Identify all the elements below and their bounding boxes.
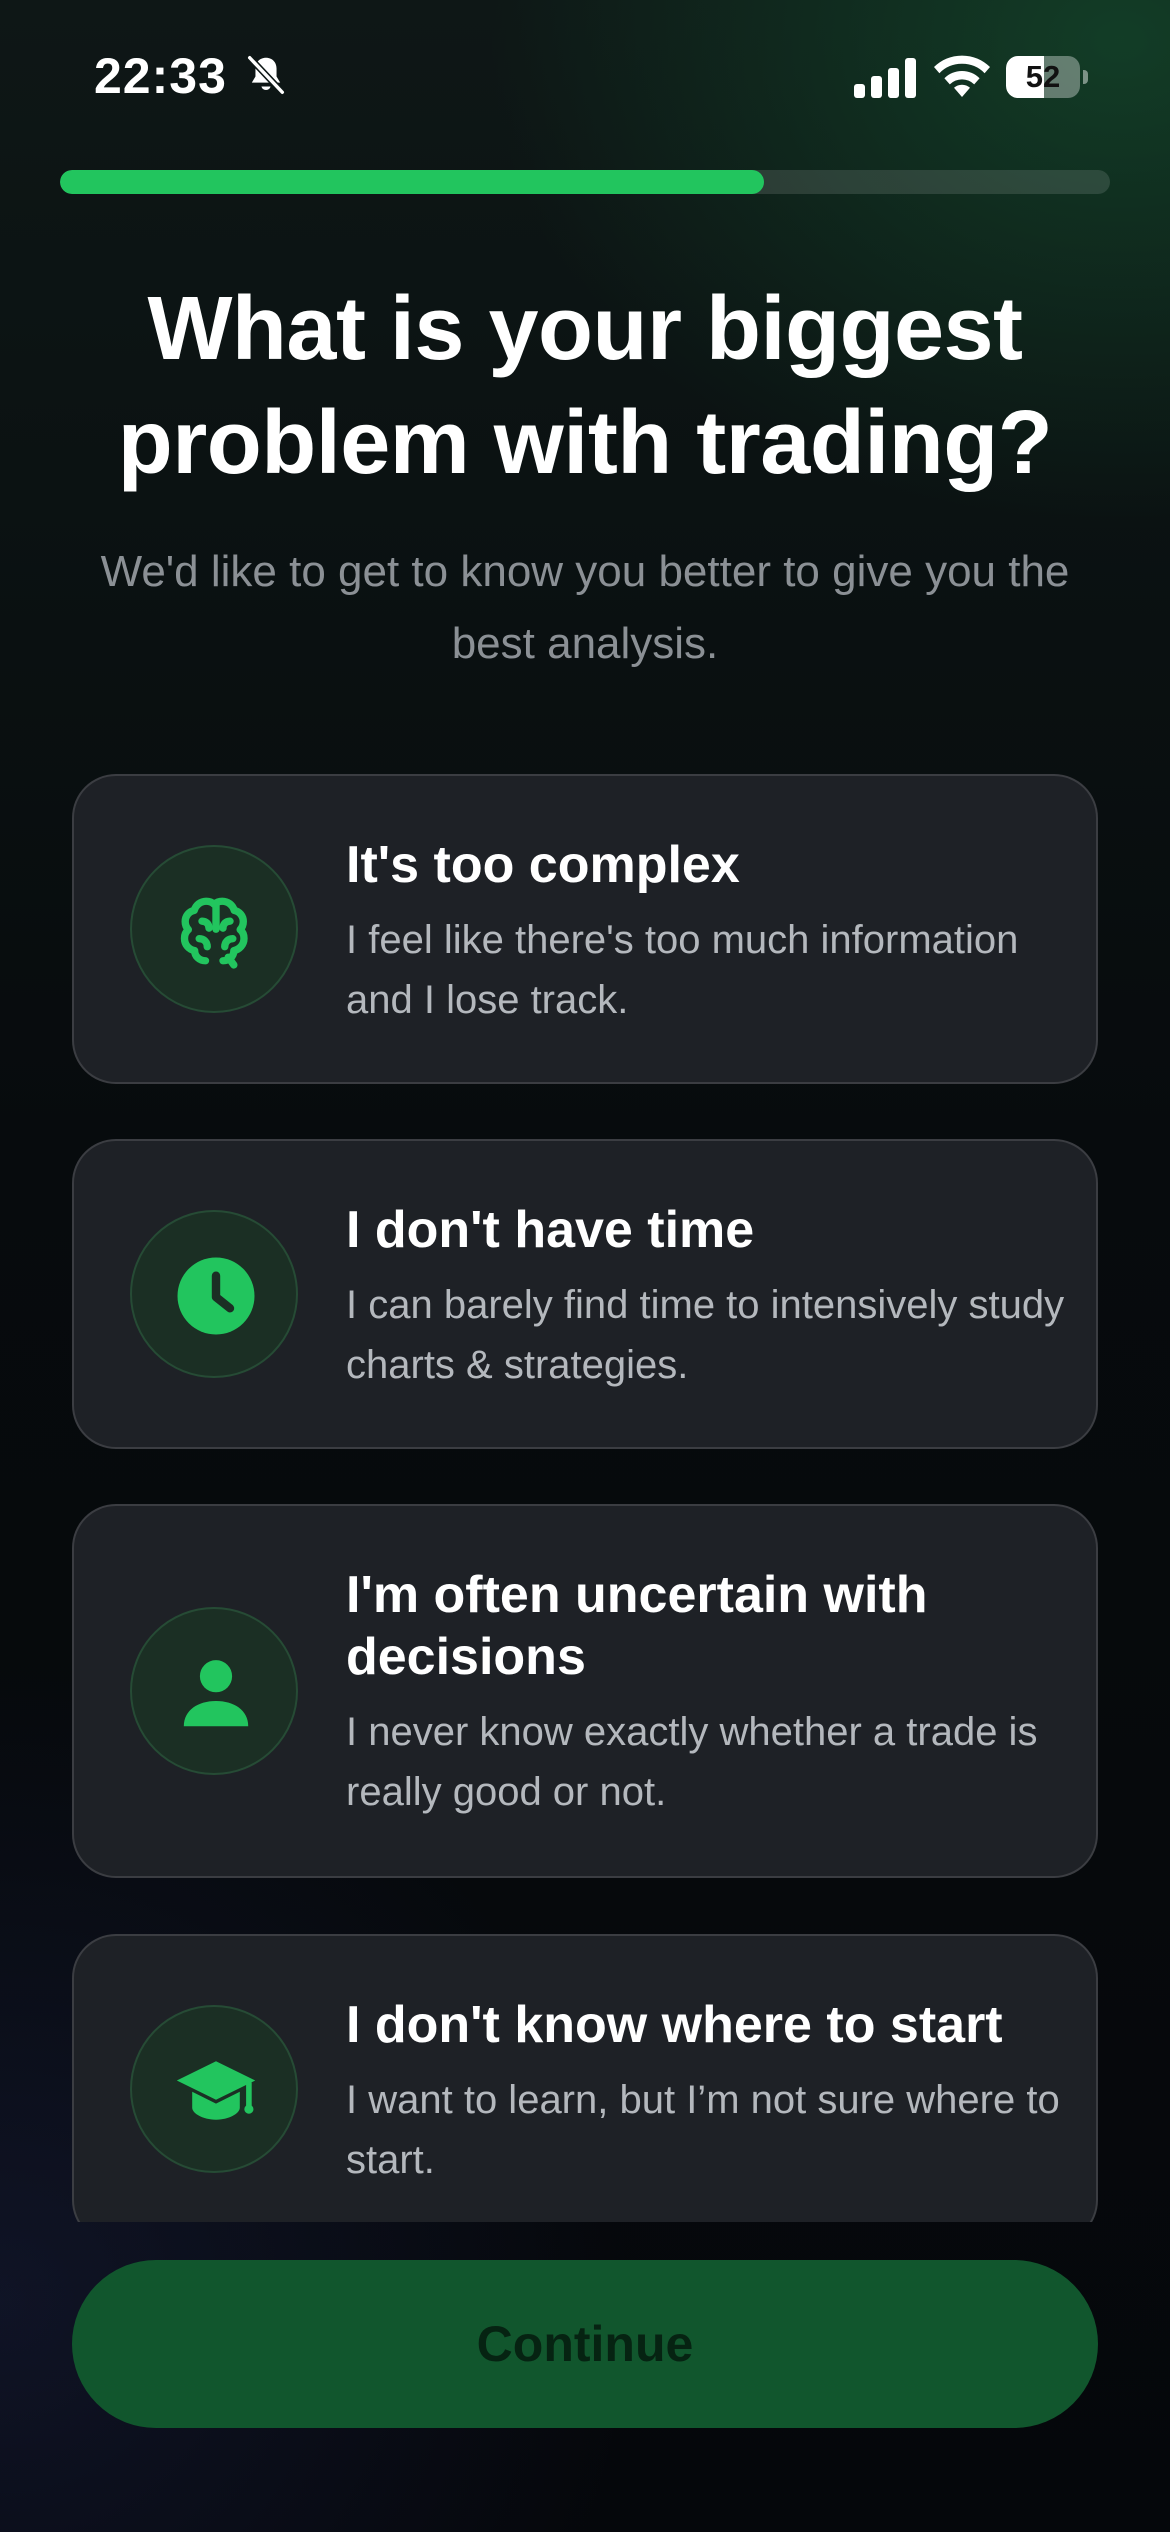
option-text: I'm often uncertain with decisions I nev… <box>346 1564 1066 1822</box>
option-description: I feel like there's too much information… <box>346 918 1019 1022</box>
option-icon-circle <box>130 2005 298 2173</box>
option-title: I'm often uncertain with decisions <box>346 1566 928 1686</box>
page-title: What is your biggest problem with tradin… <box>117 279 1053 493</box>
option-title: I don't know where to start <box>346 1996 1003 2054</box>
battery-cap <box>1083 70 1088 84</box>
option-description: I can barely find time to intensively st… <box>346 1283 1065 1387</box>
option-where-to-start[interactable]: I don't know where to start I want to le… <box>72 1934 1098 2222</box>
page-subtitle: We'd like to get to know you better to g… <box>100 547 1070 668</box>
option-title: I don't have time <box>346 1201 755 1259</box>
option-uncertain-decisions[interactable]: I'm often uncertain with decisions I nev… <box>72 1504 1098 1878</box>
brain-icon <box>180 897 248 969</box>
option-text: I don't know where to start I want to le… <box>346 1994 1066 2190</box>
battery-level: 52 <box>1025 59 1061 94</box>
option-icon-circle <box>130 1607 298 1775</box>
status-time: 22:33 <box>94 48 227 104</box>
user-icon <box>183 1660 249 1727</box>
progress-fill <box>60 170 764 194</box>
continue-button[interactable]: Continue <box>72 2260 1098 2428</box>
battery-body: 52 <box>1006 56 1080 98</box>
option-description: I want to learn, but I’m not sure where … <box>346 2078 1060 2182</box>
option-text: It's too complex I feel like there's too… <box>346 834 1066 1030</box>
options-list: It's too complex I feel like there's too… <box>72 774 1098 2222</box>
onboarding-progress-bar <box>60 170 1110 194</box>
clock-icon <box>177 1257 255 1335</box>
bell-muted-icon <box>246 54 286 96</box>
option-no-time[interactable]: I don't have time I can barely find time… <box>72 1139 1098 1449</box>
option-description: I never know exactly whether a trade is … <box>346 1710 1038 1814</box>
graduation-cap-icon <box>176 2061 256 2120</box>
status-bar: 22:33 52 <box>0 0 1170 150</box>
option-icon-circle <box>130 845 298 1013</box>
option-text: I don't have time I can barely find time… <box>346 1199 1066 1395</box>
option-title: It's too complex <box>346 836 740 894</box>
option-icon-circle <box>130 1210 298 1378</box>
option-too-complex[interactable]: It's too complex I feel like there's too… <box>72 774 1098 1084</box>
wifi-icon <box>934 55 990 97</box>
cellular-signal-icon <box>854 58 916 98</box>
battery-indicator: 52 <box>1006 56 1088 98</box>
